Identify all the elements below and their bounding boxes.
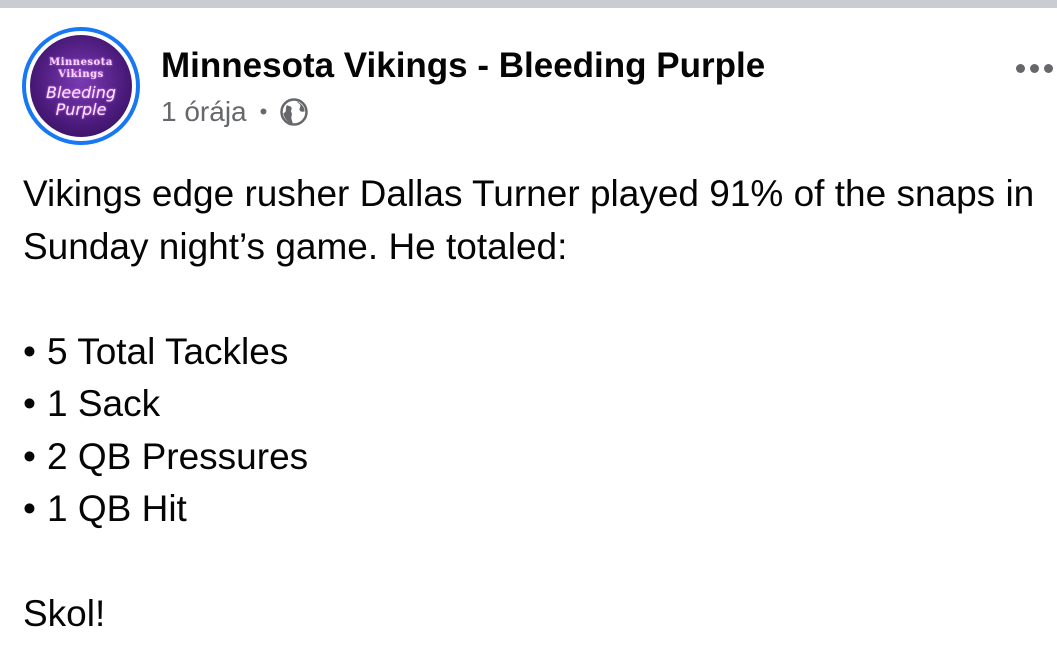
list-item: • 1 QB Hit (23, 483, 1043, 536)
stat-qb-hit: 1 QB Hit (47, 488, 187, 529)
page-logo: Minnesota Vikings Bleeding Purple (30, 35, 132, 137)
stat-qb-pressures: 2 QB Pressures (47, 435, 309, 477)
post-card: Minnesota Vikings Bleeding Purple Minnes… (0, 8, 1057, 650)
post-intro: Vikings edge rusher Dallas Turner played… (23, 173, 1035, 267)
avatar-border: Minnesota Vikings Bleeding Purple (26, 31, 136, 141)
logo-text-vikings: Vikings (58, 69, 104, 80)
more-options-icon[interactable] (1016, 64, 1053, 73)
more-dot (1016, 64, 1025, 73)
stat-total-tackles: 5 Total Tackles (47, 330, 289, 372)
post-body: Vikings edge rusher Dallas Turner played… (23, 168, 1043, 641)
list-item: • 2 QB Pressures (23, 431, 1043, 484)
page-name-link[interactable]: Minnesota Vikings - Bleeding Purple (161, 44, 765, 88)
page-avatar[interactable]: Minnesota Vikings Bleeding Purple (22, 27, 140, 145)
logo-text-minnesota: Minnesota (49, 57, 113, 68)
list-item: • 5 Total Tackles (23, 326, 1043, 379)
bullet-icon: • (23, 435, 36, 477)
globe-icon[interactable] (279, 97, 309, 127)
list-item: • 1 Sack (23, 378, 1043, 431)
bullet-icon: • (23, 330, 36, 372)
more-dot (1030, 64, 1039, 73)
logo-text-purple: Purple (55, 100, 107, 119)
stat-sack: 1 Sack (47, 383, 161, 424)
bullet-icon: • (23, 383, 36, 424)
post-meta: 1 órája • (161, 94, 309, 130)
bullet-icon: • (23, 488, 36, 529)
top-divider (0, 0, 1057, 8)
meta-separator: • (259, 99, 268, 124)
post-timestamp[interactable]: 1 órája (161, 94, 247, 130)
post-closing: Skol! (23, 593, 106, 634)
more-dot (1044, 64, 1053, 73)
logo-text-bleeding: Bleeding (45, 83, 116, 102)
